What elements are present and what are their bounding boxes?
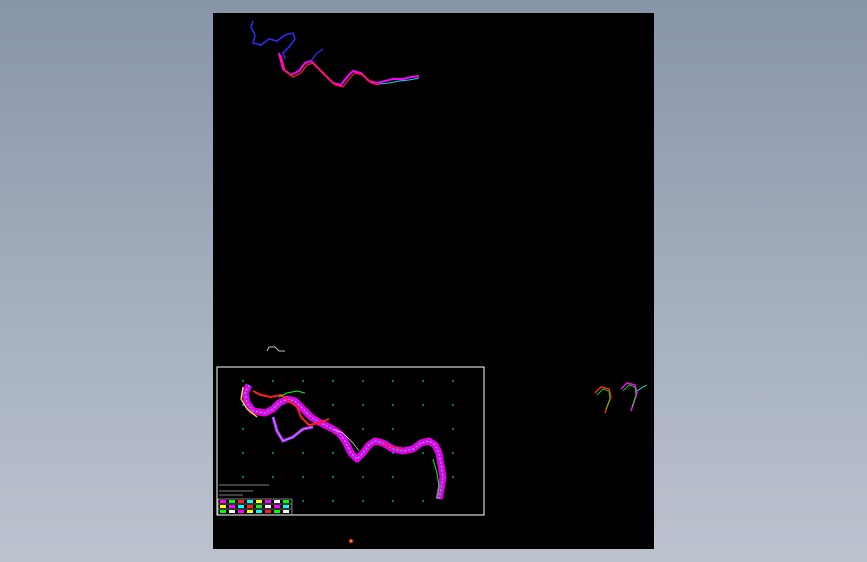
drawing-svg xyxy=(216,20,648,543)
legend-block[interactable] xyxy=(217,484,293,516)
section-marker[interactable] xyxy=(266,346,285,352)
route-red-segment xyxy=(280,54,380,88)
overview-river xyxy=(240,383,447,500)
frame-border xyxy=(216,366,485,516)
route-blue-segment xyxy=(250,20,296,60)
route-magenta-segment xyxy=(278,52,420,87)
bottom-marker[interactable] xyxy=(349,539,353,543)
cad-model-space[interactable] xyxy=(213,13,654,549)
detail-curves-right[interactable] xyxy=(594,382,648,414)
river-route-top[interactable] xyxy=(250,20,420,88)
route-blue-branch xyxy=(310,48,324,62)
overview-frame[interactable] xyxy=(216,366,485,516)
